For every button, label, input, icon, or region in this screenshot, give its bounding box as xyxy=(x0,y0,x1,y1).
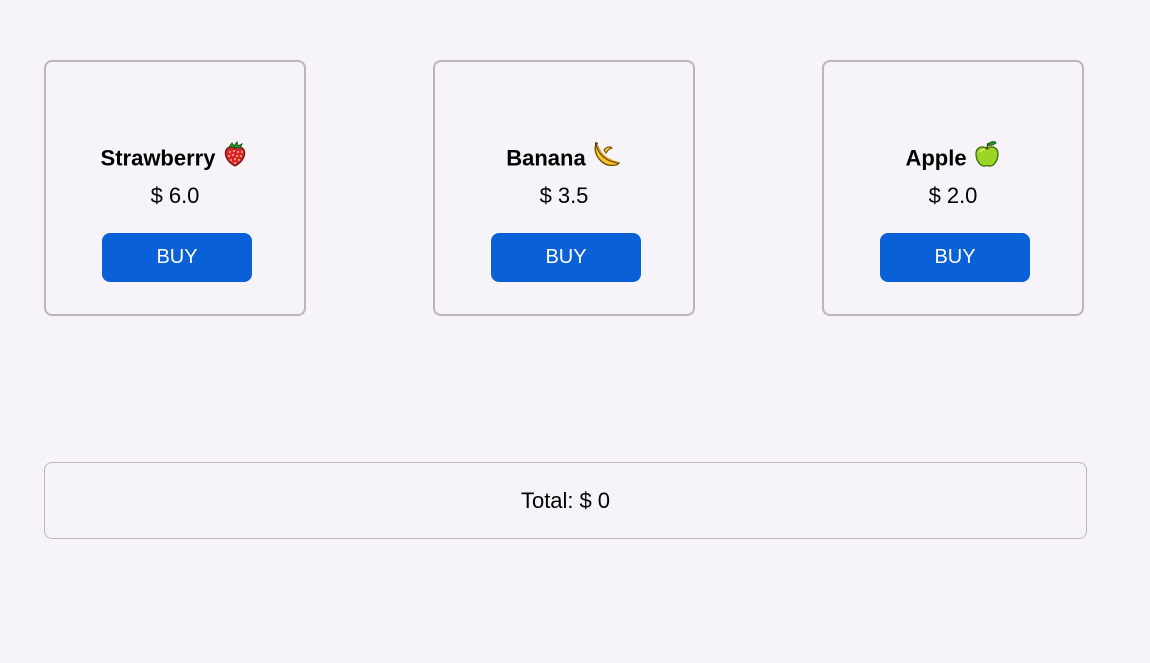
price-value: 2.0 xyxy=(946,183,978,208)
strawberry-icon xyxy=(221,140,249,175)
buy-button-banana[interactable]: BUY xyxy=(491,233,641,282)
product-price: $3.5 xyxy=(435,183,693,209)
currency-symbol: $ xyxy=(579,488,592,513)
product-name: Apple xyxy=(905,145,967,171)
currency-symbol: $ xyxy=(928,183,941,208)
product-title: Strawberry xyxy=(46,140,304,177)
product-name: Strawberry xyxy=(100,145,216,171)
total-value: 0 xyxy=(597,488,611,513)
total-label: Total: xyxy=(520,488,574,513)
green-apple-icon xyxy=(973,140,1001,175)
buy-button-strawberry[interactable]: BUY xyxy=(102,233,252,282)
product-name: Banana xyxy=(506,145,586,171)
product-card-strawberry: Strawberry $6.0 BUY xyxy=(44,60,306,316)
banana-icon xyxy=(592,140,622,175)
product-title: Banana xyxy=(435,140,693,177)
product-card-banana: Banana $3.5 BUY xyxy=(433,60,695,316)
product-card-apple: Apple $2.0 BUY xyxy=(822,60,1084,316)
total-panel: Total: $0 xyxy=(44,462,1087,539)
currency-symbol: $ xyxy=(150,183,163,208)
product-price: $6.0 xyxy=(46,183,304,209)
price-value: 3.5 xyxy=(557,183,589,208)
product-title: Apple xyxy=(824,140,1082,177)
product-price: $2.0 xyxy=(824,183,1082,209)
price-value: 6.0 xyxy=(168,183,200,208)
buy-button-apple[interactable]: BUY xyxy=(880,233,1030,282)
currency-symbol: $ xyxy=(539,183,552,208)
